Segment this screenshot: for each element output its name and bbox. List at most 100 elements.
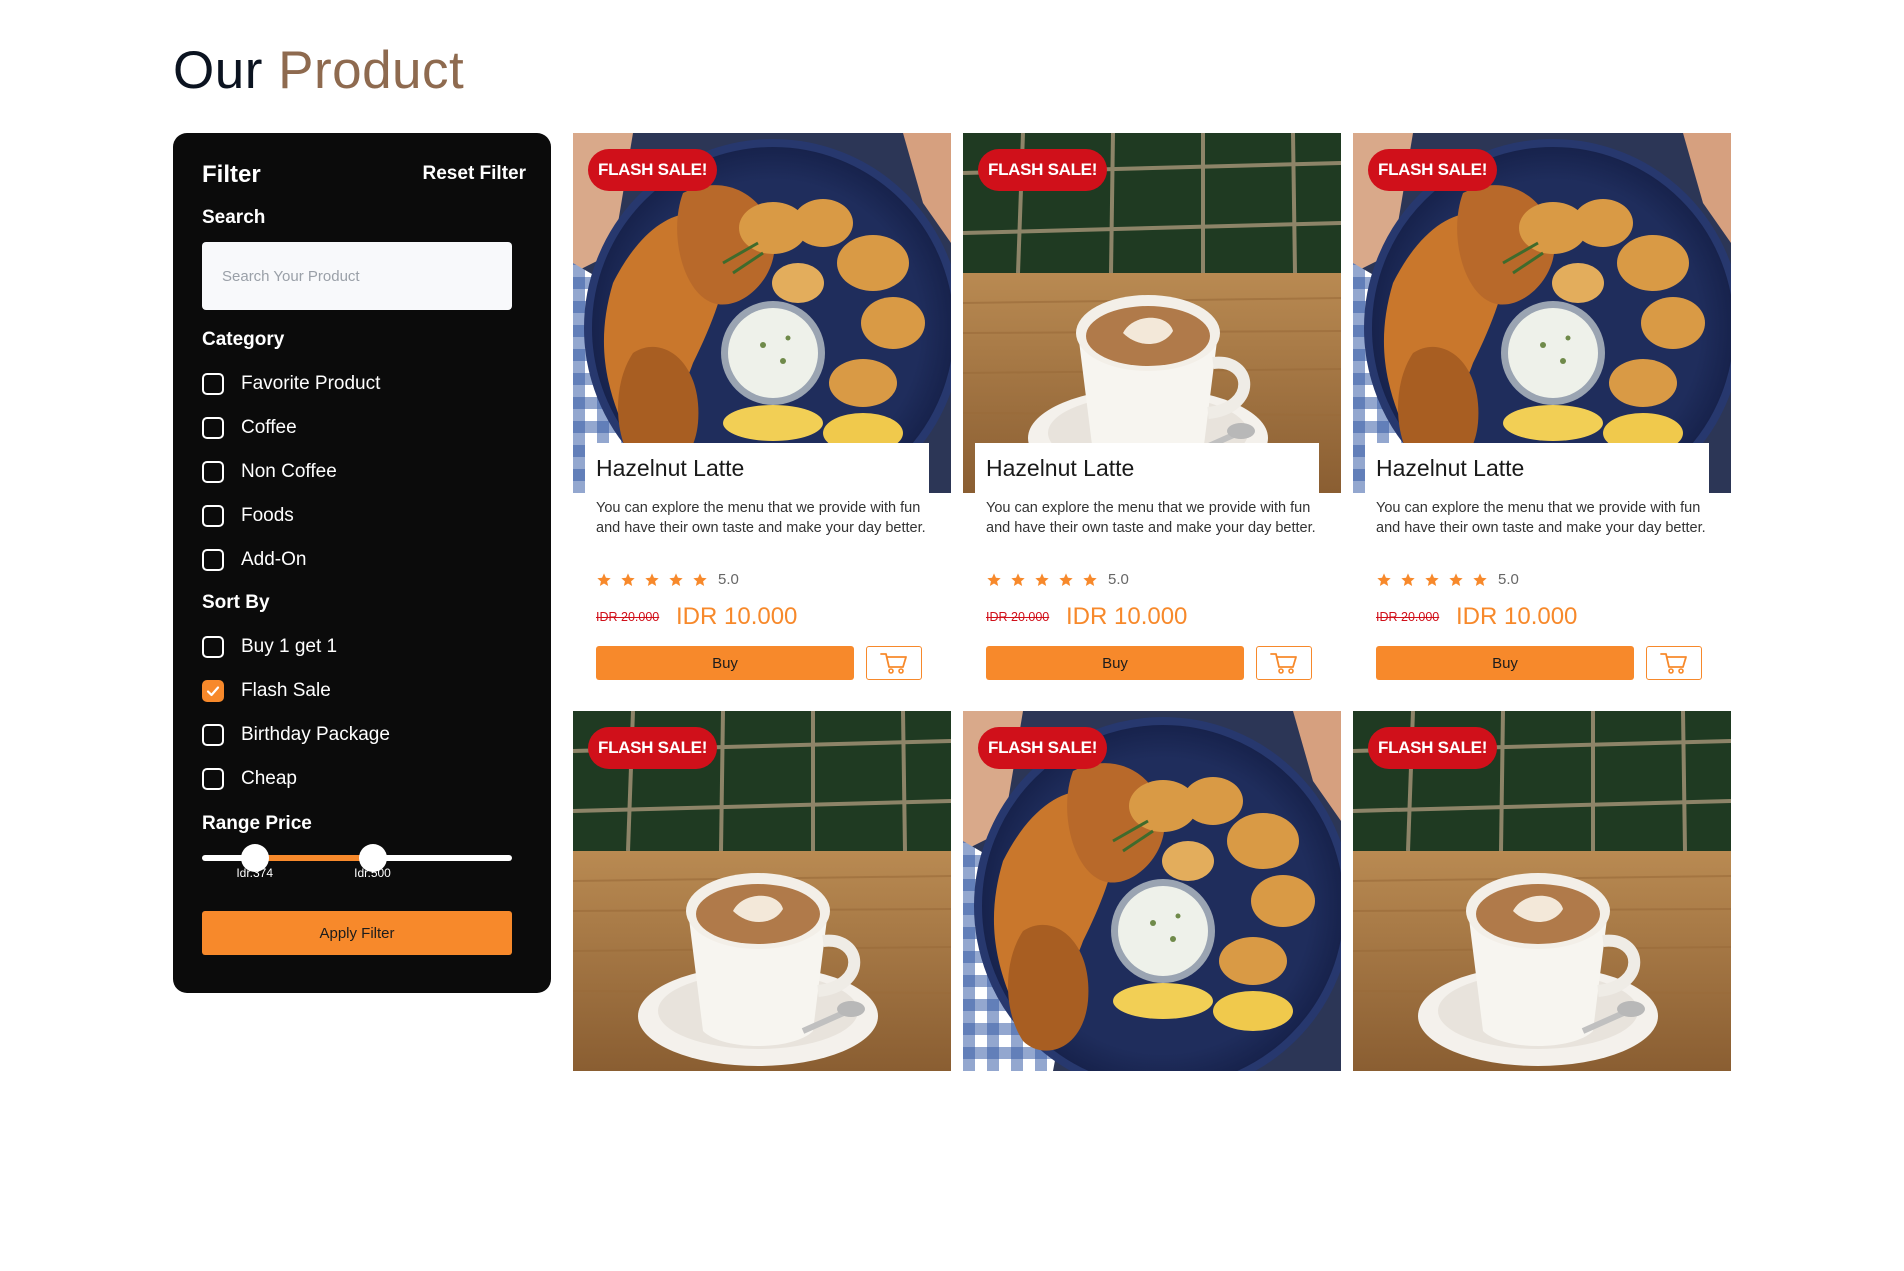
reset-filter-link[interactable]: Reset Filter	[416, 163, 526, 185]
product-description: You can explore the menu that we provide…	[596, 500, 926, 536]
flash-sale-badge: FLASH SALE!	[588, 149, 718, 191]
star-icon	[1035, 572, 1049, 586]
sort-option[interactable]: Birthday Package	[202, 721, 390, 749]
product-name-box: Hazelnut Latte	[1365, 443, 1709, 495]
star-icon	[693, 572, 707, 586]
price: IDR 10.000	[1066, 603, 1188, 630]
cart-icon	[880, 653, 907, 674]
star-icon	[987, 572, 1001, 586]
price: IDR 10.000	[1456, 603, 1578, 630]
price: IDR 10.000	[676, 603, 798, 630]
star-icon	[1473, 572, 1487, 586]
range-min-handle[interactable]: Idr.374	[236, 844, 273, 880]
old-price: IDR 20.000	[1376, 610, 1440, 624]
cart-icon	[1660, 653, 1687, 674]
range-max-handle[interactable]: Idr.500	[354, 844, 391, 880]
sort-label: Flash Sale	[241, 680, 331, 701]
search-input[interactable]	[202, 242, 512, 310]
sort-option[interactable]: Buy 1 get 1	[202, 633, 337, 661]
add-to-cart-button[interactable]	[1646, 646, 1702, 680]
product-card[interactable]: FLASH SALE!	[573, 711, 951, 1271]
price-range-fill	[254, 855, 373, 861]
rating-stars: 5.0	[596, 571, 739, 588]
product-card[interactable]: FLASH SALE! Hazelnut Latte You can explo…	[963, 133, 1341, 693]
star-icon	[1401, 572, 1415, 586]
rating-stars: 5.0	[1376, 571, 1519, 588]
sortby-heading: Sort By	[202, 592, 270, 613]
product-name: Hazelnut Latte	[596, 455, 745, 481]
category-label: Coffee	[241, 417, 297, 438]
product-name-box: Hazelnut Latte	[975, 443, 1319, 495]
range-min-label: Idr.374	[236, 866, 274, 880]
flash-sale-badge: FLASH SALE!	[978, 149, 1108, 191]
category-label: Favorite Product	[241, 373, 381, 394]
category-label: Foods	[241, 505, 294, 526]
product-description: You can explore the menu that we provide…	[986, 500, 1316, 536]
sort-checkbox[interactable]	[202, 636, 224, 658]
product-name-box: Hazelnut Latte	[585, 443, 929, 495]
sort-label: Birthday Package	[241, 724, 390, 745]
old-price: IDR 20.000	[986, 610, 1050, 624]
range-heading: Range Price	[202, 813, 312, 834]
apply-filter-button[interactable]: Apply Filter	[202, 911, 512, 955]
sort-label: Cheap	[241, 768, 297, 789]
star-icon	[1449, 572, 1463, 586]
price-range-slider[interactable]: Idr.374 Idr.500	[202, 844, 512, 880]
product-card[interactable]: FLASH SALE!	[1353, 711, 1731, 1271]
category-checkbox[interactable]	[202, 417, 224, 439]
star-icon	[1059, 572, 1073, 586]
star-icon	[645, 572, 659, 586]
star-icon	[1083, 572, 1097, 586]
category-option[interactable]: Foods	[202, 502, 294, 530]
sort-checkbox-checked[interactable]	[202, 680, 224, 702]
category-option[interactable]: Coffee	[202, 414, 297, 442]
category-checkbox[interactable]	[202, 461, 224, 483]
category-checkbox[interactable]	[202, 505, 224, 527]
category-option[interactable]: Add-On	[202, 546, 306, 574]
product-card[interactable]: FLASH SALE!	[963, 711, 1341, 1271]
category-heading: Category	[202, 329, 285, 350]
category-label: Add-On	[241, 549, 307, 570]
page-title-part1: Our	[173, 41, 263, 100]
buy-button[interactable]: Buy	[1376, 646, 1634, 680]
range-max-label: Idr.500	[354, 866, 391, 880]
category-label: Non Coffee	[241, 461, 337, 482]
page-title: Our Product	[173, 40, 464, 101]
check-icon	[206, 686, 220, 697]
product-name: Hazelnut Latte	[1376, 455, 1525, 481]
sort-option[interactable]: Cheap	[202, 765, 297, 793]
star-icon	[1377, 572, 1391, 586]
flash-sale-badge: FLASH SALE!	[588, 727, 718, 769]
category-option[interactable]: Non Coffee	[202, 458, 337, 486]
star-icon	[669, 572, 683, 586]
star-icon	[1425, 572, 1439, 586]
sort-option[interactable]: Flash Sale	[202, 677, 331, 705]
rating-value: 5.0	[1498, 571, 1519, 588]
category-checkbox[interactable]	[202, 549, 224, 571]
product-name: Hazelnut Latte	[986, 455, 1135, 481]
star-icon	[621, 572, 635, 586]
add-to-cart-button[interactable]	[1256, 646, 1312, 680]
filter-sidebar: Filter Reset Filter Search Category Favo…	[173, 133, 551, 993]
rating-stars: 5.0	[986, 571, 1129, 588]
old-price: IDR 20.000	[596, 610, 660, 624]
product-description: You can explore the menu that we provide…	[1376, 500, 1706, 536]
sort-label: Buy 1 get 1	[241, 636, 338, 657]
buy-button[interactable]: Buy	[986, 646, 1244, 680]
flash-sale-badge: FLASH SALE!	[1368, 727, 1498, 769]
page-title-part2: Product	[278, 41, 465, 100]
add-to-cart-button[interactable]	[866, 646, 922, 680]
product-card[interactable]: FLASH SALE! Hazelnut Latte You can explo…	[1353, 133, 1731, 693]
star-icon	[1011, 572, 1025, 586]
sort-checkbox[interactable]	[202, 724, 224, 746]
category-checkbox[interactable]	[202, 373, 224, 395]
product-card[interactable]: FLASH SALE! Hazelnut Latte You can explo…	[573, 133, 951, 693]
cart-icon	[1270, 653, 1297, 674]
flash-sale-badge: FLASH SALE!	[1368, 149, 1498, 191]
buy-button[interactable]: Buy	[596, 646, 854, 680]
sort-checkbox[interactable]	[202, 768, 224, 790]
category-option[interactable]: Favorite Product	[202, 370, 380, 398]
flash-sale-badge: FLASH SALE!	[978, 727, 1108, 769]
rating-value: 5.0	[718, 571, 739, 588]
filter-title: Filter	[202, 161, 261, 188]
